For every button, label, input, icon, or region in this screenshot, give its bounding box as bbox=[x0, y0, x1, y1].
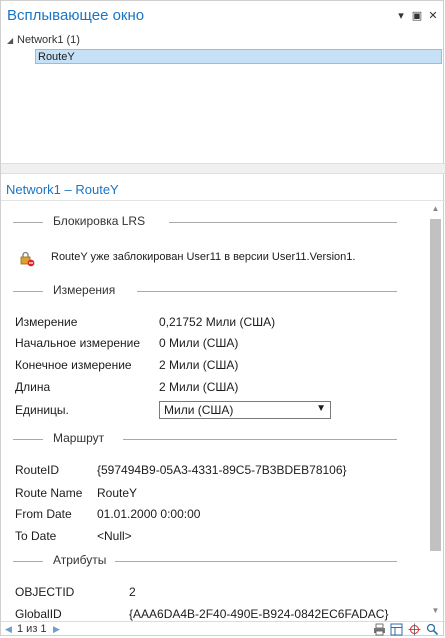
detail-header: Network1 – RouteY bbox=[6, 182, 119, 197]
tree-node-network1[interactable]: ◢ Network1 (1) bbox=[7, 33, 80, 47]
units-select-value: Мили (США) bbox=[164, 403, 234, 417]
objectid-label: OBJECTID bbox=[15, 585, 75, 599]
globalid-value: {AAA6DA4B-2F40-490E-B924-0842EC6FADAC} bbox=[129, 607, 389, 621]
from-date-label: From Date bbox=[15, 507, 72, 521]
next-icon[interactable]: ▶ bbox=[53, 624, 60, 635]
length-value: 2 Мили (США) bbox=[159, 380, 239, 394]
route-name-label: Route Name bbox=[15, 486, 83, 500]
vertical-scrollbar[interactable]: ▲ ▼ bbox=[429, 201, 442, 621]
print-icon[interactable] bbox=[373, 623, 386, 636]
section-title: Маршрут bbox=[53, 431, 105, 445]
zoom-to-icon[interactable] bbox=[408, 623, 421, 636]
section-attributes: Атрибуты bbox=[13, 553, 397, 569]
globalid-label: GlobalID bbox=[15, 607, 62, 621]
previous-icon[interactable]: ◀ bbox=[5, 624, 12, 635]
to-date-label: To Date bbox=[15, 529, 57, 543]
end-measure-value: 2 Мили (США) bbox=[159, 358, 239, 372]
measure-label: Измерение bbox=[15, 315, 78, 329]
title-bar: Всплывающее окно ▾ ▣ ✕ bbox=[1, 1, 445, 33]
route-name-value: RouteY bbox=[97, 486, 138, 500]
scrollbar-thumb[interactable] bbox=[430, 219, 441, 551]
tree-node-label: Network1 (1) bbox=[17, 34, 80, 46]
section-title: Блокировка LRS bbox=[53, 214, 146, 228]
section-measures: Измерения bbox=[13, 283, 397, 299]
from-date-value: 01.01.2000 0:00:00 bbox=[97, 507, 201, 521]
window-title: Всплывающее окно bbox=[7, 7, 145, 24]
chevron-down-icon: ▼ bbox=[316, 403, 326, 414]
status-bar: ◀ 1 из 1 ▶ bbox=[1, 621, 445, 638]
maximize-icon[interactable]: ▣ bbox=[411, 9, 423, 23]
lock-message: RouteY уже заблокирован User11 в версии … bbox=[51, 251, 356, 263]
scroll-up-icon[interactable]: ▲ bbox=[429, 203, 442, 215]
routeid-value: {597494B9-05A3-4331-89C5-7B3BDEB78106} bbox=[97, 463, 347, 477]
measure-value: 0,21752 Мили (США) bbox=[159, 315, 276, 329]
start-measure-value: 0 Мили (США) bbox=[159, 336, 239, 350]
close-icon[interactable]: ✕ bbox=[427, 9, 439, 23]
splitter[interactable] bbox=[1, 163, 445, 174]
detail-content: Блокировка LRS RouteY уже заблокирован U… bbox=[1, 201, 429, 621]
popup-window: Всплывающее окно ▾ ▣ ✕ ◢ Network1 (1) Rou… bbox=[0, 0, 445, 638]
feature-tree: ◢ Network1 (1) RouteY bbox=[1, 33, 445, 163]
to-date-value: <Null> bbox=[97, 529, 132, 543]
end-measure-label: Конечное измерение bbox=[15, 358, 132, 372]
lock-icon bbox=[20, 251, 35, 267]
section-title: Измерения bbox=[53, 283, 116, 297]
section-route: Маршрут bbox=[13, 431, 397, 447]
page-indicator: 1 из 1 bbox=[17, 623, 47, 635]
section-title: Атрибуты bbox=[53, 553, 107, 567]
length-label: Длина bbox=[15, 380, 51, 394]
units-select[interactable]: Мили (США) ▼ bbox=[159, 401, 331, 419]
section-lrs-lock: Блокировка LRS bbox=[13, 214, 397, 230]
tree-node-routey[interactable]: RouteY bbox=[35, 49, 442, 64]
units-label: Единицы. bbox=[15, 403, 69, 417]
search-icon[interactable] bbox=[426, 623, 439, 636]
routeid-label: RouteID bbox=[15, 463, 60, 477]
table-icon[interactable] bbox=[390, 623, 403, 636]
dropdown-icon[interactable]: ▾ bbox=[395, 9, 407, 23]
start-measure-label: Начальное измерение bbox=[15, 336, 141, 350]
collapse-icon[interactable]: ◢ bbox=[7, 34, 17, 48]
scroll-down-icon[interactable]: ▼ bbox=[429, 605, 442, 617]
objectid-value: 2 bbox=[129, 585, 136, 599]
